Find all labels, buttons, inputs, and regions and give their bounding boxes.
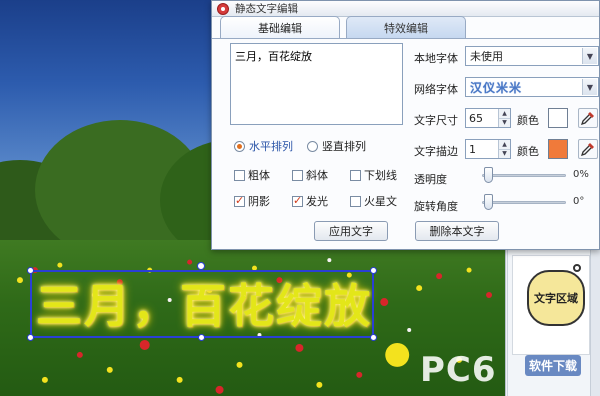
resize-handle-top-right[interactable] [370,267,377,274]
checkbox-glow-box[interactable] [292,194,303,207]
checkbox-shadow-box[interactable] [234,194,245,207]
text-size-value: 65 [469,111,483,125]
bubble-label: 文字区域 [534,292,578,305]
radio-horizontal-label: 水平排列 [249,140,293,153]
web-font-value: 汉仪米米 [470,80,523,95]
radio-vertical[interactable]: 竖直排列 [307,138,366,154]
checkbox-shadow-label: 阴影 [248,195,270,208]
checkbox-italic[interactable]: 斜体 [292,167,350,183]
checkbox-martian-text-label: 火星文 [364,195,397,208]
radio-vertical-dot[interactable] [307,140,318,152]
orientation-group: 水平排列 竖直排列 [234,138,366,154]
text-selection-box[interactable] [30,270,374,338]
style-checkboxes: 粗体 斜体 下划线 阴影 发光 火星文 [234,167,414,209]
watermark-subtitle: 软件下载 [525,355,582,376]
rotation-slider[interactable] [482,192,566,212]
text-size-label: 文字尺寸 [414,114,458,127]
chevron-down-icon[interactable]: ▼ [582,79,597,95]
bubble-tail-icon [573,264,581,272]
opacity-label: 透明度 [414,173,447,186]
web-font-label: 网络字体 [414,83,458,96]
checkbox-underline[interactable]: 下划线 [350,167,414,183]
app-icon [217,2,229,15]
spinner-arrows[interactable]: ▲ ▼ [498,140,510,158]
checkbox-martian-text[interactable]: 火星文 [350,193,414,209]
text-content-input[interactable] [230,43,403,125]
text-area-template[interactable]: 文字区域 [512,255,590,355]
watermark-logo: PC6 [420,350,497,390]
spinner-arrows[interactable]: ▲ ▼ [498,109,510,127]
opacity-slider-track[interactable] [482,174,566,177]
dialog-title: 静态文字编辑 [235,3,298,15]
dialog-titlebar[interactable]: 静态文字编辑 [212,1,599,17]
text-color-label: 颜色 [517,114,539,127]
stroke-color-label: 颜色 [517,145,539,158]
rotation-slider-track[interactable] [482,201,566,204]
checkbox-bold-label: 粗体 [248,169,270,182]
delete-text-button[interactable]: 删除本文字 [415,221,499,241]
eyedropper-icon [581,143,594,156]
text-edit-dialog: 静态文字编辑 基础编辑 特效编辑 水平排列 竖直排列 粗体 斜体 下划线 [211,0,600,250]
local-font-select[interactable]: 未使用 ▼ [465,46,599,66]
stroke-color-swatch[interactable] [548,139,568,159]
rotation-value: 0° [573,196,585,207]
speech-bubble: 文字区域 [527,270,585,326]
checkbox-bold[interactable]: 粗体 [234,167,292,183]
spin-down-icon[interactable]: ▼ [499,117,510,127]
spin-up-icon[interactable]: ▲ [499,109,510,118]
radio-horizontal-dot[interactable] [234,140,245,152]
tab-bar: 基础编辑 特效编辑 [220,16,466,38]
eyedropper-icon [581,112,594,125]
tab-divider [212,38,599,39]
eyedropper-button[interactable] [578,108,598,128]
tab-basic-edit[interactable]: 基础编辑 [220,16,340,38]
web-font-select[interactable]: 汉仪米米 ▼ [465,77,599,97]
resize-handle-bottom[interactable] [198,334,205,341]
rotate-handle[interactable] [197,262,205,270]
tab-effects-edit[interactable]: 特效编辑 [346,16,466,38]
radio-horizontal[interactable]: 水平排列 [234,138,293,154]
text-stroke-value: 1 [469,142,476,156]
rotation-label: 旋转角度 [414,200,458,213]
resize-handle-top-left[interactable] [27,267,34,274]
resize-handle-bottom-left[interactable] [27,334,34,341]
checkbox-glow-label: 发光 [306,195,328,208]
checkbox-italic-box[interactable] [292,169,303,181]
checkbox-underline-box[interactable] [350,169,361,181]
apply-text-button[interactable]: 应用文字 [314,221,388,241]
text-color-swatch[interactable] [548,108,568,128]
opacity-value: 0% [573,169,589,180]
text-stroke-spinner[interactable]: 1 ▲ ▼ [465,139,511,159]
checkbox-bold-box[interactable] [234,169,245,181]
checkbox-glow[interactable]: 发光 [292,193,350,209]
radio-vertical-label: 竖直排列 [322,140,366,153]
checkbox-martian-text-box[interactable] [350,195,361,207]
checkbox-italic-label: 斜体 [306,169,328,182]
eyedropper-button[interactable] [578,139,598,159]
spin-down-icon[interactable]: ▼ [499,148,510,158]
spin-up-icon[interactable]: ▲ [499,140,510,149]
resize-handle-bottom-right[interactable] [370,334,377,341]
rotation-slider-thumb[interactable] [484,194,493,210]
text-stroke-label: 文字描边 [414,145,458,158]
checkbox-shadow[interactable]: 阴影 [234,193,292,209]
opacity-slider[interactable] [482,165,566,185]
local-font-label: 本地字体 [414,52,458,65]
text-size-spinner[interactable]: 65 ▲ ▼ [465,108,511,128]
local-font-value: 未使用 [470,50,503,63]
chevron-down-icon[interactable]: ▼ [582,48,597,64]
opacity-slider-thumb[interactable] [484,167,493,183]
checkbox-underline-label: 下划线 [364,169,397,182]
